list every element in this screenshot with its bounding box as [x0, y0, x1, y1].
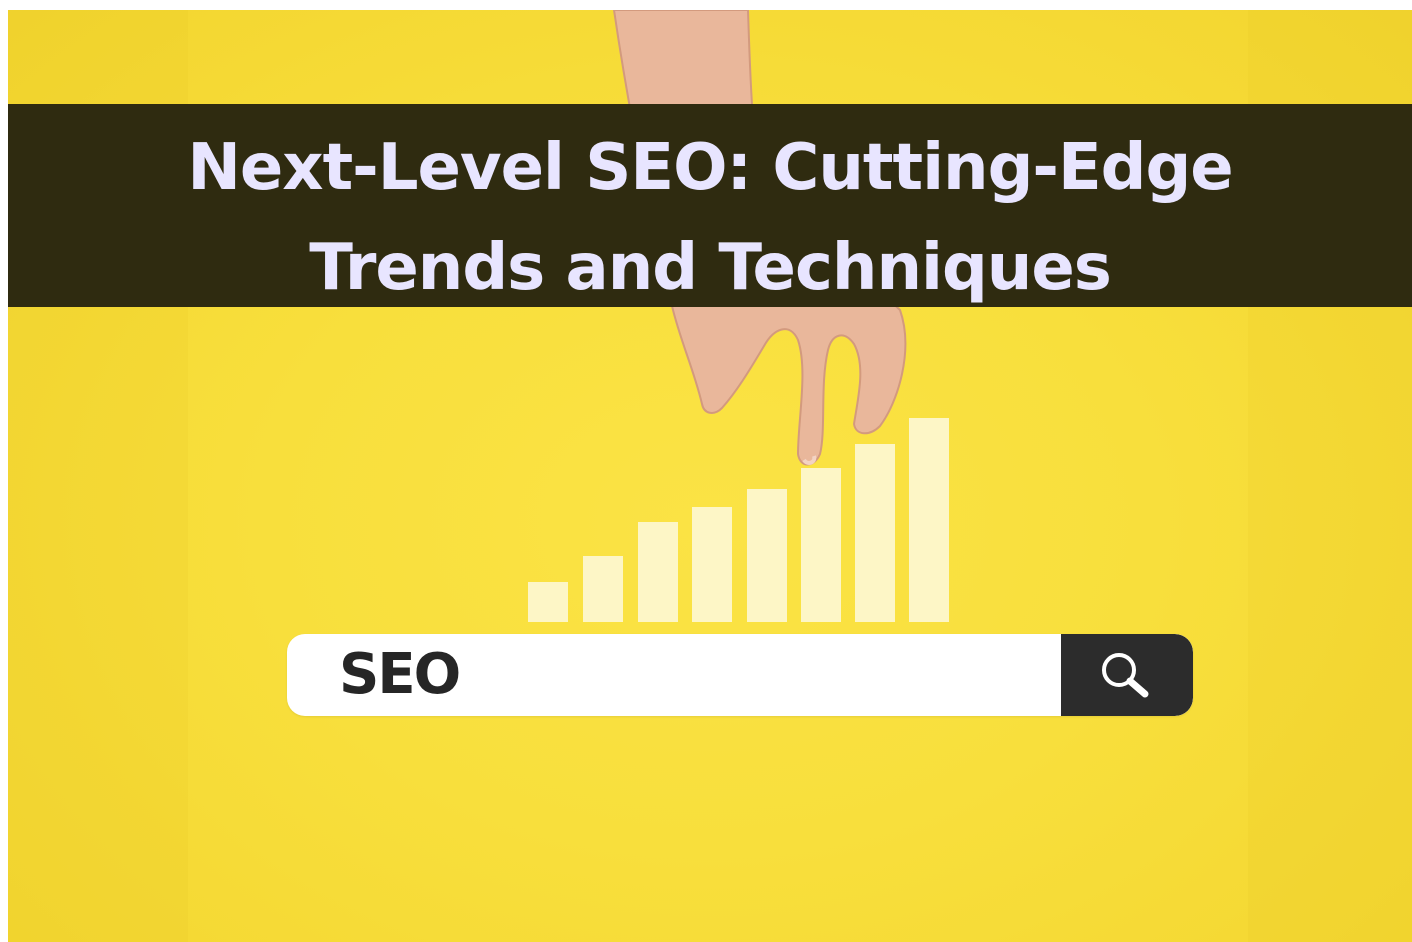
- search-bar[interactable]: SEO: [287, 634, 1193, 716]
- growth-bar: [909, 418, 949, 622]
- growth-bar: [638, 522, 678, 622]
- growth-bar: [692, 507, 732, 622]
- growth-bar: [855, 444, 895, 622]
- hero-image: Next-Level SEO: Cutting-Edge Trends and …: [8, 10, 1412, 942]
- growth-bar: [528, 582, 568, 622]
- search-button[interactable]: [1061, 634, 1193, 716]
- search-input[interactable]: SEO: [339, 640, 461, 710]
- growth-bar: [747, 489, 787, 622]
- growth-bar: [801, 468, 841, 622]
- growth-bar: [583, 556, 623, 622]
- search-icon: [1102, 653, 1149, 698]
- growth-bars-graphic: [528, 418, 949, 622]
